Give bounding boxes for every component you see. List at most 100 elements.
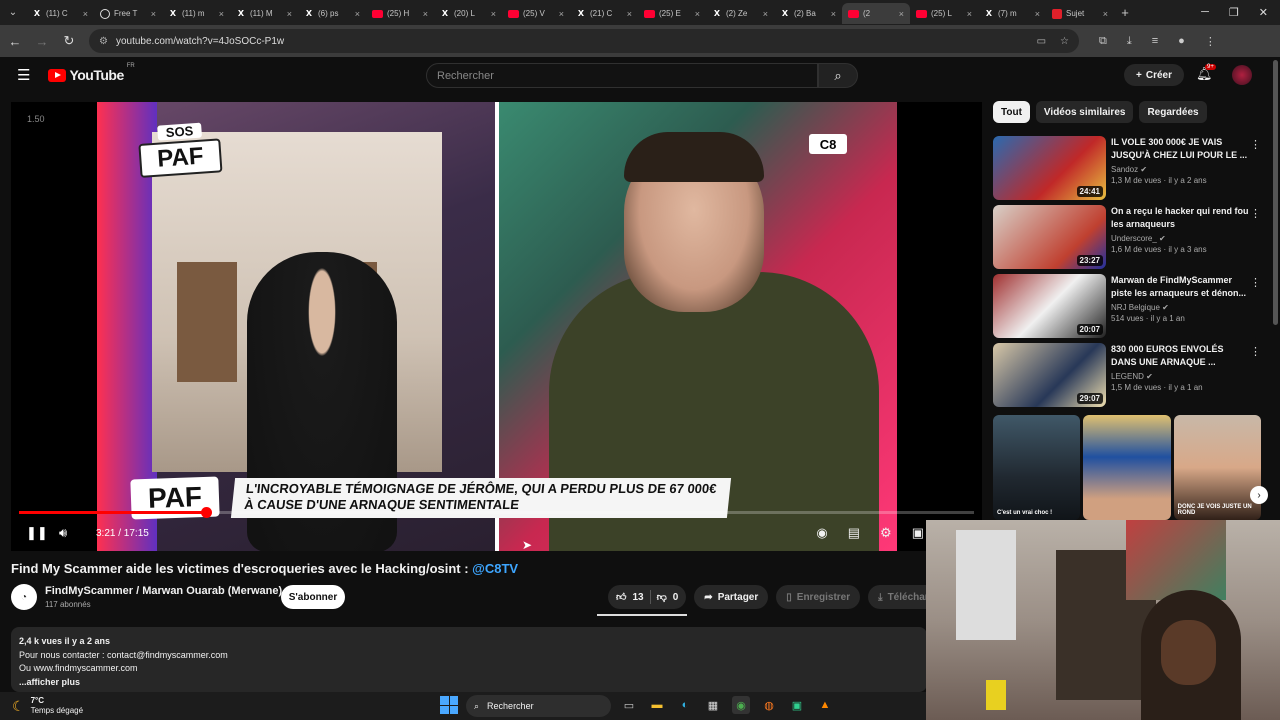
taskbar-search[interactable]: ⌕ Rechercher bbox=[466, 695, 611, 717]
recommendation-title[interactable]: IL VOLE 300 000€ JE VAIS JUSQU'À CHEZ LU… bbox=[1111, 136, 1249, 162]
weather-widget[interactable]: ☾ 7°C Temps dégagé bbox=[12, 696, 83, 716]
tab-close-icon[interactable]: × bbox=[559, 9, 564, 19]
browser-tab[interactable]: X (2) Ba × bbox=[774, 3, 842, 24]
video-thumbnail[interactable]: 20:07 bbox=[993, 274, 1106, 338]
filter-chip[interactable]: Vidéos similaires bbox=[1035, 101, 1134, 123]
subscribe-button[interactable]: S'abonner bbox=[281, 585, 345, 609]
browser-tab[interactable]: (25) E × bbox=[638, 3, 706, 24]
tab-close-icon[interactable]: × bbox=[151, 9, 156, 19]
video-thumbnail[interactable]: 23:27 bbox=[993, 205, 1106, 269]
browser-tab[interactable]: X (2) Ze × bbox=[706, 3, 774, 24]
recommendation-item[interactable]: 20:07 Marwan de FindMyScammer piste les a… bbox=[993, 274, 1261, 340]
recommendation-channel[interactable]: Underscore_ ✔ bbox=[1111, 234, 1249, 243]
tab-close-icon[interactable]: × bbox=[1103, 9, 1108, 19]
firefox-icon[interactable]: ◍ bbox=[760, 696, 778, 714]
task-view-icon[interactable]: ▭ bbox=[620, 696, 638, 714]
page-scrollbar[interactable] bbox=[1273, 60, 1278, 325]
like-icon[interactable]: 👍︎ bbox=[616, 591, 626, 603]
browser-tab[interactable]: (25) V × bbox=[502, 3, 570, 24]
close-window-icon[interactable]: ✕ bbox=[1259, 6, 1268, 19]
more-options-icon[interactable]: ⋮ bbox=[1250, 345, 1261, 358]
video-player[interactable]: 1.50 C8 SOS PAF PAF L'INCROYABLE TÉMOIGN… bbox=[11, 102, 982, 551]
recommendation-channel[interactable]: LEGEND ✔ bbox=[1111, 372, 1249, 381]
short-thumbnail[interactable] bbox=[1083, 415, 1171, 520]
browser-tab[interactable]: (25) H × bbox=[366, 3, 434, 24]
browser-tab[interactable]: X (20) L × bbox=[434, 3, 502, 24]
show-more-link[interactable]: ...afficher plus bbox=[19, 676, 919, 690]
browser-tab[interactable]: X (11) M × bbox=[230, 3, 298, 24]
search-button[interactable]: ⌕ bbox=[818, 63, 858, 88]
minimize-icon[interactable]: ─ bbox=[1201, 6, 1209, 19]
save-button[interactable]: ▯ Enregistrer bbox=[776, 585, 861, 609]
bookmark-star-icon[interactable]: ☆ bbox=[1060, 36, 1069, 47]
app-green-icon[interactable]: ▣ bbox=[788, 696, 806, 714]
dislike-count[interactable]: 0 bbox=[673, 592, 679, 603]
progress-bar[interactable] bbox=[19, 507, 974, 518]
tab-close-icon[interactable]: × bbox=[219, 9, 224, 19]
tab-close-icon[interactable]: × bbox=[967, 9, 972, 19]
next-arrow-icon[interactable]: › bbox=[1250, 486, 1268, 504]
browser-tab[interactable]: X (7) m × bbox=[978, 3, 1046, 24]
tab-close-icon[interactable]: × bbox=[83, 9, 88, 19]
miniplayer-icon[interactable]: ▣ bbox=[912, 525, 924, 541]
store-icon[interactable]: ▦ bbox=[704, 696, 722, 714]
media-icon[interactable]: ≡ bbox=[1152, 35, 1158, 48]
settings-gear-icon[interactable]: ⚙ bbox=[880, 525, 892, 541]
tab-close-icon[interactable]: × bbox=[627, 9, 632, 19]
channel-name[interactable]: FindMyScammer / Marwan Ouarab (Merwane) bbox=[45, 585, 282, 597]
back-icon[interactable]: ← bbox=[3, 34, 27, 49]
tab-close-icon[interactable]: × bbox=[695, 9, 700, 19]
tab-close-icon[interactable]: × bbox=[899, 9, 904, 19]
like-count[interactable]: 13 bbox=[632, 592, 643, 603]
browser-menu-icon[interactable]: ⋮ bbox=[1205, 35, 1216, 48]
tab-close-icon[interactable]: × bbox=[763, 9, 768, 19]
tab-close-icon[interactable]: × bbox=[423, 9, 428, 19]
browser-tab[interactable]: (25) L × bbox=[910, 3, 978, 24]
more-options-icon[interactable]: ⋮ bbox=[1250, 207, 1261, 220]
description-box[interactable]: 2,4 k vues il y a 2 ans Pour nous contac… bbox=[11, 627, 927, 692]
pause-icon[interactable]: ❚❚ bbox=[26, 525, 48, 541]
youtube-logo[interactable]: YouTube FR bbox=[48, 63, 135, 83]
browser-tab[interactable]: X (11) m × bbox=[162, 3, 230, 24]
tab-close-icon[interactable]: × bbox=[1035, 9, 1040, 19]
tab-close-icon[interactable]: × bbox=[287, 9, 292, 19]
channel-tag-link[interactable]: @C8TV bbox=[472, 561, 518, 576]
video-thumbnail[interactable]: 29:07 bbox=[993, 343, 1106, 407]
recommendation-item[interactable]: 24:41 IL VOLE 300 000€ JE VAIS JUSQU'À CH… bbox=[993, 136, 1261, 202]
browser-tab[interactable]: Sujet × bbox=[1046, 3, 1114, 24]
cast-icon[interactable]: ▭ bbox=[1037, 36, 1046, 47]
subtitles-icon[interactable]: ▤ bbox=[848, 525, 860, 541]
recommendation-channel[interactable]: Sandoz ✔ bbox=[1111, 165, 1249, 174]
download-icon[interactable]: ⤓ bbox=[1127, 35, 1132, 48]
maximize-icon[interactable]: ❐ bbox=[1229, 6, 1239, 19]
more-options-icon[interactable]: ⋮ bbox=[1250, 276, 1261, 289]
short-thumbnail[interactable]: DONC JE VOIS JUSTE UN ROND bbox=[1173, 415, 1261, 520]
site-info-icon[interactable]: ⚙ bbox=[99, 36, 108, 47]
browser-tab[interactable]: Free T × bbox=[94, 3, 162, 24]
filter-chip[interactable]: Regardées bbox=[1139, 101, 1207, 123]
recommendation-item[interactable]: 23:27 On a reçu le hacker qui rend fou le… bbox=[993, 205, 1261, 271]
channel-avatar[interactable]: ◔ bbox=[11, 584, 37, 610]
new-tab-button[interactable]: + bbox=[1114, 5, 1136, 20]
share-button[interactable]: ➦ Partager bbox=[694, 585, 769, 609]
account-avatar[interactable] bbox=[1232, 65, 1252, 85]
profile-icon[interactable]: ● bbox=[1178, 35, 1185, 48]
tab-search-icon[interactable]: ⌄ bbox=[0, 0, 26, 25]
tab-close-icon[interactable]: × bbox=[831, 9, 836, 19]
recommendation-item[interactable]: 29:07 830 000 EUROS ENVOLÉS DANS UNE ARNA… bbox=[993, 343, 1261, 409]
chrome-icon[interactable]: ◉ bbox=[732, 696, 750, 714]
video-thumbnail[interactable]: 24:41 bbox=[993, 136, 1106, 200]
volume-icon[interactable]: 🔊︎ bbox=[59, 525, 67, 541]
dislike-icon[interactable]: 👎︎ bbox=[657, 591, 667, 603]
browser-tab[interactable]: X (11) C × bbox=[26, 3, 94, 24]
browser-tab[interactable]: (2 × bbox=[842, 3, 910, 24]
short-thumbnail[interactable]: C'est un vrai choc ! bbox=[993, 415, 1081, 520]
search-input[interactable]: Rechercher bbox=[426, 63, 818, 88]
browser-tab[interactable]: X (21) C × bbox=[570, 3, 638, 24]
recommendation-channel[interactable]: NRJ Belgique ✔ bbox=[1111, 303, 1249, 312]
recommendation-title[interactable]: 830 000 EUROS ENVOLÉS DANS UNE ARNAQUE .… bbox=[1111, 343, 1249, 369]
windows-start-icon[interactable] bbox=[440, 696, 458, 714]
extensions-icon[interactable]: ⧉ bbox=[1099, 35, 1107, 48]
browser-tab[interactable]: X (6) ps × bbox=[298, 3, 366, 24]
autoplay-toggle-icon[interactable]: ◉ bbox=[816, 525, 827, 541]
